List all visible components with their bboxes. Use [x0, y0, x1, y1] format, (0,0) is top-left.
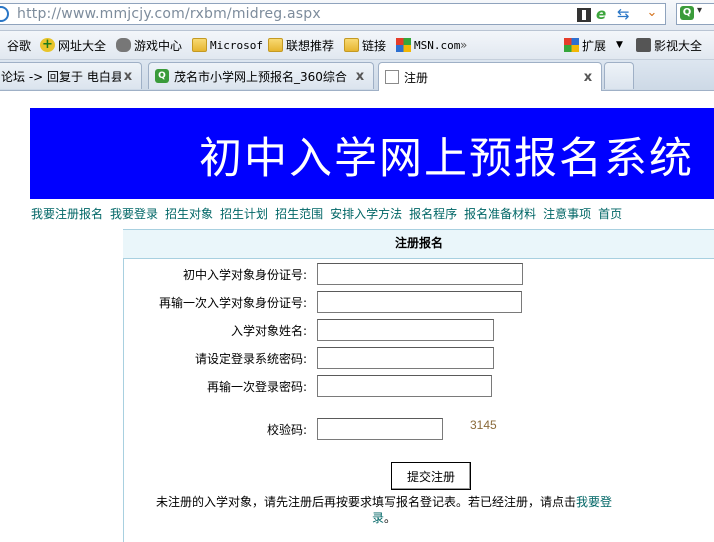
id-number-input[interactable] [317, 263, 523, 285]
nav-enrollment-target[interactable]: 招生对象 [165, 207, 213, 221]
note-end: 。 [384, 511, 397, 525]
captcha-label: 校验码: [266, 423, 307, 437]
extensions-button[interactable]: 扩展 ▼ [564, 37, 623, 53]
nav-login[interactable]: 我要登录 [110, 207, 158, 221]
extensions-icon [564, 38, 579, 52]
password-confirm-input[interactable] [317, 375, 492, 397]
bookmark-label: 游戏中心 [134, 38, 183, 53]
nav-register[interactable]: 我要注册报名 [31, 207, 103, 221]
tab-strip: 论坛 -> 回复于 电白县 x Q 茂名市小学网上预报名_360综合 x 注册 … [0, 60, 714, 91]
tab-register[interactable]: 注册 x [378, 62, 602, 91]
search-box[interactable]: Q ▾ [676, 3, 714, 25]
bookmark-google[interactable]: 谷歌 [0, 37, 31, 53]
url-field[interactable]: http://www.mmjcjy.com/rxbm/midreg.aspx e… [0, 3, 666, 25]
tab-label: 论坛 -> 回复于 电白县 [1, 69, 121, 84]
tab-label: 注册 [404, 70, 429, 85]
bookmark-label: 联想推荐 [286, 38, 335, 53]
id-confirm-label: 再输一次入学对象身份证号: [158, 296, 307, 310]
nav-home[interactable]: 首页 [598, 207, 622, 221]
nav-required-materials[interactable]: 报名准备材料 [464, 207, 536, 221]
student-name-input[interactable] [317, 319, 494, 341]
bookmark-label: MSN.com [414, 38, 461, 52]
bookmarks-bar: 谷歌 + 网址大全 游戏中心 Microsof 联想推荐 链接 MSN.com … [0, 31, 714, 60]
plus-icon: + [40, 38, 55, 52]
tab-label: 茂名市小学网上预报名_360综合 [174, 69, 347, 84]
registration-form: 注册报名 初中入学对象身份证号: 再输一次入学对象身份证号: 入学对象姓名: 请… [123, 229, 714, 542]
folder-icon [192, 38, 207, 52]
nav-notes[interactable]: 注意事项 [543, 207, 591, 221]
site-nav: 我要注册报名 我要登录 招生对象 招生计划 招生范围 安排入学方法 报名程序 报名准备材料 注意… [31, 205, 629, 222]
bookmark-msn[interactable]: MSN.com [396, 37, 460, 53]
password-label: 请设定登录系统密码: [194, 352, 307, 366]
nav-admission-method[interactable]: 安排入学方法 [330, 207, 402, 221]
captcha-code: 3145 [470, 418, 497, 432]
qr-code-icon[interactable] [577, 8, 591, 22]
close-icon[interactable]: x [121, 69, 135, 84]
site-banner: 初中入学网上预报名系统 [30, 108, 714, 199]
msn-icon [396, 38, 411, 52]
form-title: 注册报名 [123, 229, 714, 259]
student-name-label: 入学对象姓名: [230, 324, 307, 338]
bookmark-label: 网址大全 [58, 38, 107, 53]
note-text: 未注册的入学对象，请先注册后再按要求填写报名登记表。若已经注册，请点击 [155, 495, 576, 509]
gamepad-icon [116, 38, 131, 52]
bookmark-folder-lenovo[interactable]: 联想推荐 [268, 37, 334, 53]
nav-enrollment-range[interactable]: 招生范围 [275, 207, 323, 221]
bookmark-label: 影视大全 [654, 38, 703, 53]
password-input[interactable] [317, 347, 494, 369]
chevron-down-icon: ▼ [616, 40, 623, 50]
submit-registration-button[interactable]: 提交注册 [391, 462, 471, 490]
nav-registration-procedure[interactable]: 报名程序 [409, 207, 457, 221]
tab-maoming-registration[interactable]: Q 茂名市小学网上预报名_360综合 x [148, 62, 374, 89]
bookmark-label: Microsof [210, 38, 263, 52]
password-confirm-label: 再输一次登录密码: [206, 380, 307, 394]
bookmark-film[interactable]: 影视大全 [636, 37, 702, 53]
google-icon [0, 38, 4, 52]
address-bar: http://www.mmjcjy.com/rxbm/midreg.aspx e… [0, 0, 714, 31]
close-icon[interactable]: x [581, 70, 595, 85]
registration-note: 未注册的入学对象，请先注册后再按要求填写报名登记表。若已经注册，请点击我要登录。 [144, 494, 624, 526]
page-icon [385, 70, 399, 84]
banner-title: 初中入学网上预报名系统 [199, 134, 694, 184]
ie-icon [0, 6, 9, 22]
close-icon[interactable]: x [353, 69, 367, 84]
more-bookmarks-label: » [460, 38, 468, 52]
tab-forum[interactable]: 论坛 -> 回复于 电白县 x [0, 62, 142, 89]
bookmark-game-center[interactable]: 游戏中心 [116, 37, 182, 53]
ie-compat-icon[interactable]: e [596, 5, 606, 23]
bookmark-label: 扩展 [582, 38, 607, 53]
search-engine-icon[interactable]: Q [680, 6, 694, 20]
bookmark-folder-links[interactable]: 链接 [344, 37, 386, 53]
search-engine-icon: Q [155, 69, 169, 83]
bookmark-label: 谷歌 [7, 38, 32, 53]
refresh-icon[interactable]: ⇆ [617, 5, 630, 23]
film-icon [636, 38, 651, 52]
url-text[interactable]: http://www.mmjcjy.com/rxbm/midreg.aspx [17, 6, 321, 22]
search-dropdown-icon[interactable]: ▾ [697, 5, 702, 16]
bookmark-label: 链接 [362, 38, 387, 53]
folder-icon [268, 38, 283, 52]
id-number-label: 初中入学对象身份证号: [182, 268, 307, 282]
id-confirm-input[interactable] [317, 291, 522, 313]
nav-enrollment-plan[interactable]: 招生计划 [220, 207, 268, 221]
bookmark-folder-microsoft[interactable]: Microsof [192, 37, 263, 53]
new-tab-button[interactable] [604, 62, 634, 89]
bookmark-site-directory[interactable]: + 网址大全 [40, 37, 106, 53]
captcha-input[interactable] [317, 418, 443, 440]
more-bookmarks-button[interactable]: » [460, 37, 467, 53]
chevron-down-icon[interactable]: ⌄ [641, 5, 663, 24]
folder-icon [344, 38, 359, 52]
